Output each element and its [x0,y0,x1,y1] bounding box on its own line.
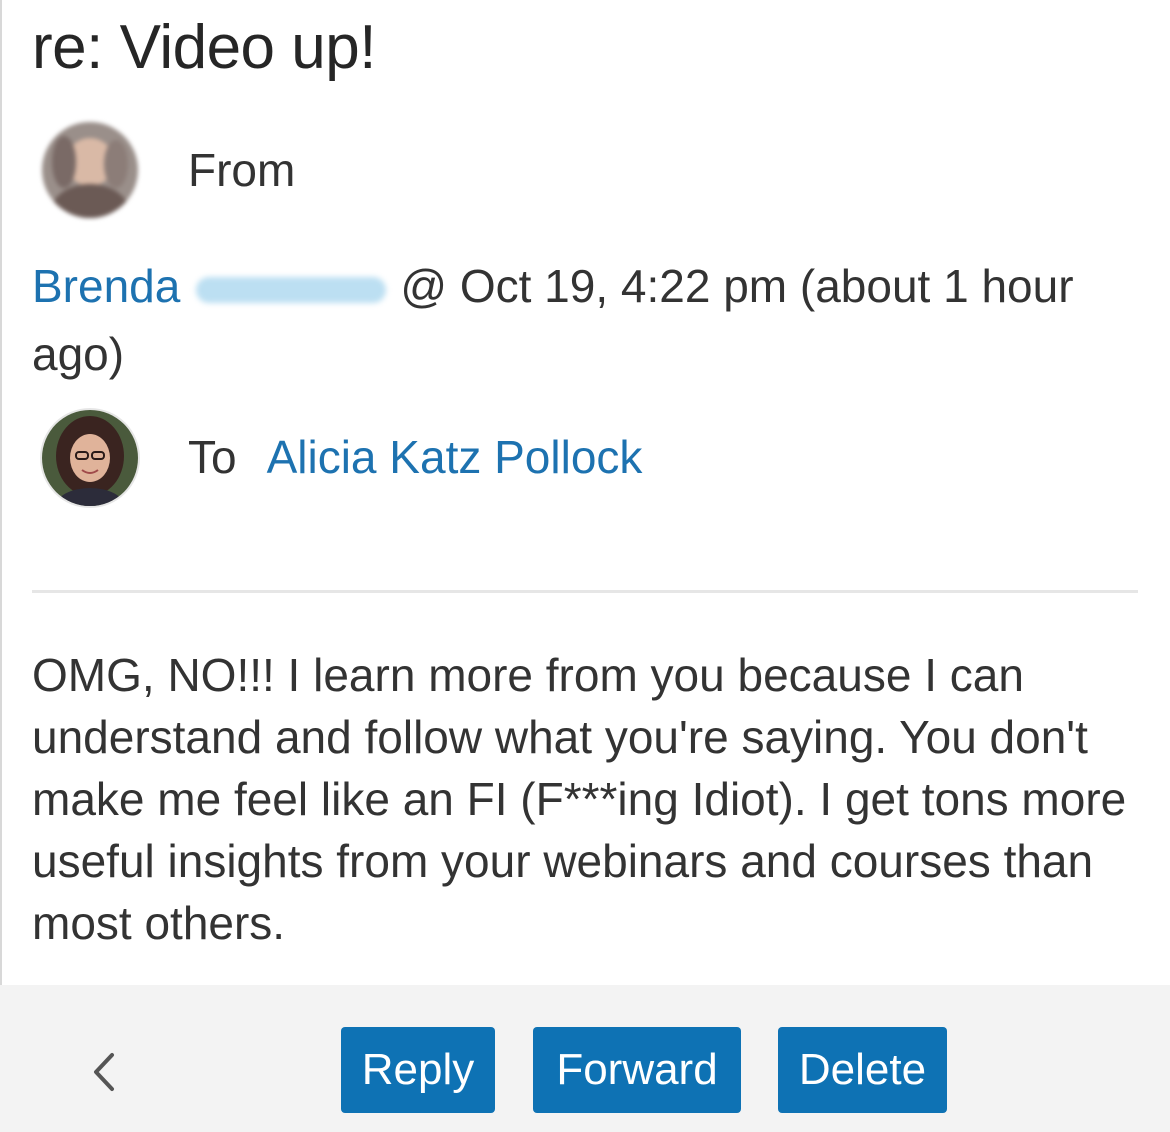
redacted-surname [196,276,387,303]
to-row: To Alicia Katz Pollock [188,430,642,484]
forward-button[interactable]: Forward [533,1027,741,1113]
recipient-avatar [42,410,138,506]
message-subject: re: Video up! [32,13,376,82]
sender-avatar [42,122,138,218]
action-bar: Reply Forward Delete [0,985,1170,1132]
recipient-name-link[interactable]: Alicia Katz Pollock [267,431,643,483]
back-button[interactable] [82,1047,126,1097]
left-border [0,0,2,985]
sender-line: Brenda @ Oct 19, 4:22 pm (about 1 hour ag… [32,252,1132,388]
message-body: OMG, NO!!! I learn more from you because… [32,649,1127,949]
header-divider [32,590,1138,593]
reply-button[interactable]: Reply [341,1027,495,1113]
chevron-left-icon [94,1053,114,1091]
sender-name-link[interactable]: Brenda [32,260,180,312]
sent-info: @ Oct 19, 4:22 pm (about 1 hour ago) [32,260,1074,380]
delete-button[interactable]: Delete [778,1027,947,1113]
to-label: To [188,431,237,483]
from-label: From [188,144,296,196]
